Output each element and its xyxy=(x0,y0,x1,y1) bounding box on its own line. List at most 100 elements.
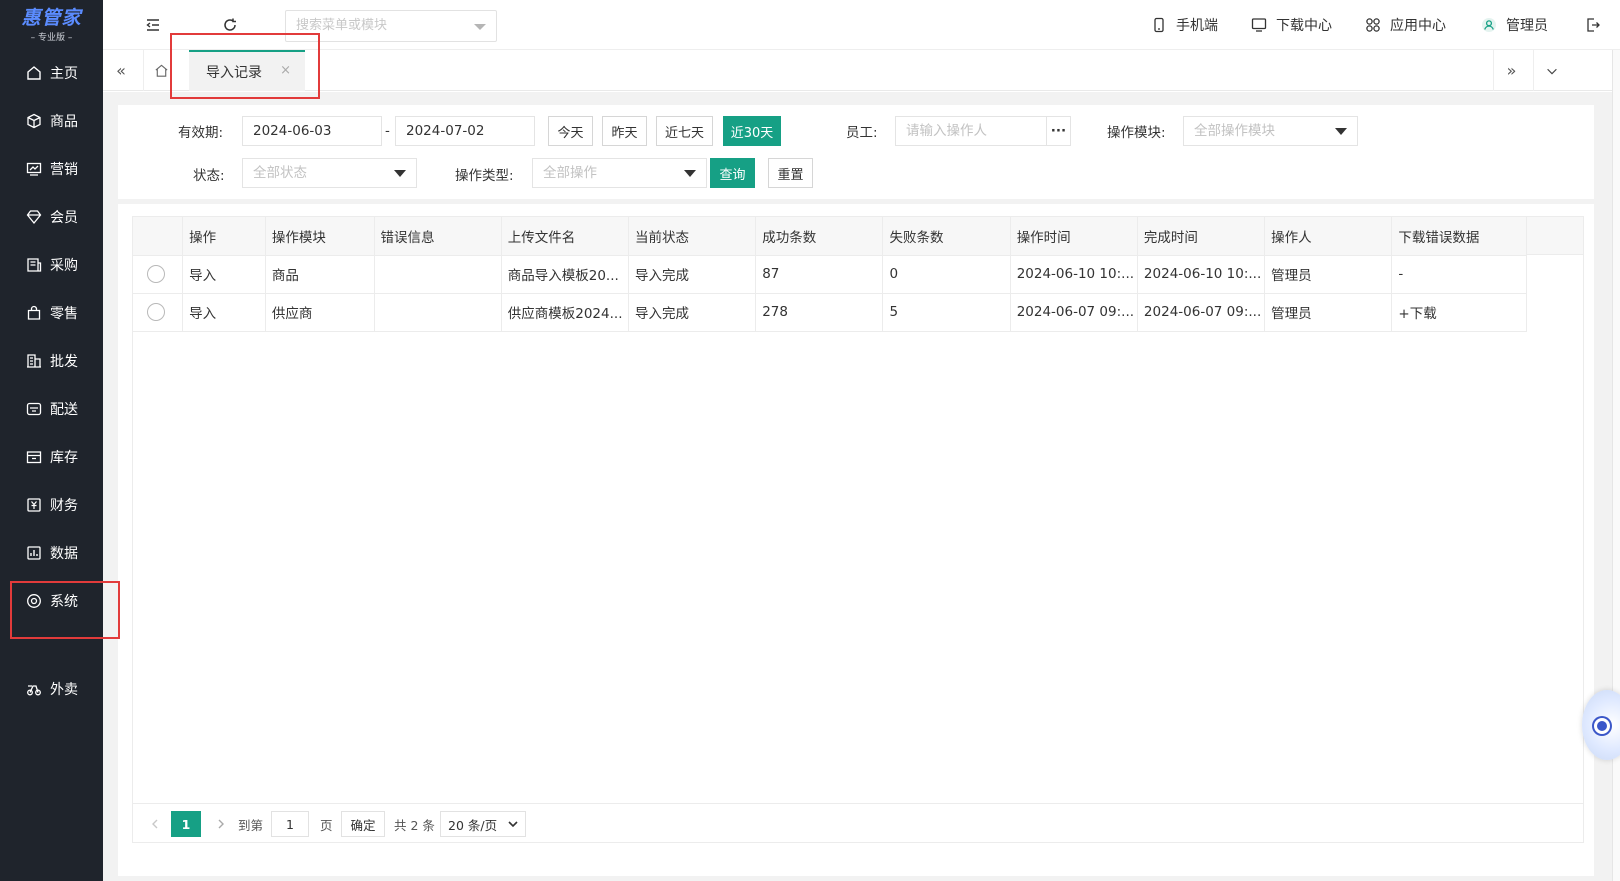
sidebar-item-finance[interactable]: 财务 xyxy=(0,485,103,525)
sidebar-item-retail[interactable]: 零售 xyxy=(0,293,103,333)
logout-icon[interactable] xyxy=(1583,15,1603,35)
total-count: 共 2 条 xyxy=(394,817,435,833)
mobile-label: 手机端 xyxy=(1176,18,1218,34)
tabs-scroll-right-icon[interactable]: » xyxy=(1493,50,1529,91)
home-icon xyxy=(26,65,42,81)
sidebar-item-label: 营销 xyxy=(50,162,78,178)
date-to-input[interactable]: 2024-07-02 xyxy=(395,116,535,146)
sidebar-item-wholesale[interactable]: 批发 xyxy=(0,341,103,381)
top-bar: 搜索菜单或模块 手机端 下载中心 应用中心 管理员 xyxy=(103,0,1620,50)
cell-operation: 导入 xyxy=(182,293,266,332)
download-center-button[interactable]: 下载中心 xyxy=(1251,15,1332,35)
operation-type-label: 操作类型: xyxy=(455,168,514,184)
status-select[interactable]: 全部状态 xyxy=(242,158,417,188)
page-size-select[interactable]: 20 条/页 xyxy=(440,811,526,837)
cell-complete-time: 2024-06-07 09:... xyxy=(1137,293,1266,332)
sidebar-item-label: 库存 xyxy=(50,450,78,466)
search-placeholder: 搜索菜单或模块 xyxy=(296,18,388,33)
row-select-cell[interactable] xyxy=(133,293,184,332)
cell-module: 商品 xyxy=(265,255,375,294)
yesterday-button[interactable]: 昨天 xyxy=(602,116,647,146)
reset-button[interactable]: 重置 xyxy=(768,158,813,188)
sidebar-item-home[interactable]: 主页 xyxy=(0,53,103,93)
inventory-icon xyxy=(26,449,42,465)
logo-name: 惠管家 xyxy=(21,7,82,29)
col-operation-time: 操作时间 xyxy=(1010,217,1138,256)
monitor-icon xyxy=(1251,18,1267,32)
module-select[interactable]: 全部操作模块 xyxy=(1183,116,1358,146)
user-menu[interactable]: 管理员 xyxy=(1481,15,1548,35)
cell-status: 导入完成 xyxy=(628,293,757,332)
sidebar-item-inventory[interactable]: 库存 xyxy=(0,437,103,477)
date-range-label: 有效期: xyxy=(178,125,224,141)
logo: 惠管家 – 专业版 – xyxy=(0,0,103,50)
chevron-down-icon xyxy=(684,170,696,177)
download-error-link[interactable]: +下载 xyxy=(1391,293,1527,332)
sidebar-item-takeout[interactable]: 外卖 xyxy=(0,669,103,709)
cell-operator: 管理员 xyxy=(1264,255,1393,294)
sidebar-item-label: 批发 xyxy=(50,354,78,370)
records-panel: 操作 操作模块 错误信息 上传文件名 当前状态 成功条数 失败条数 操作时间 完… xyxy=(118,204,1594,876)
mobile-button[interactable]: 手机端 xyxy=(1151,15,1218,35)
col-download-errors: 下载错误数据 xyxy=(1391,217,1527,256)
takeout-icon xyxy=(26,681,42,697)
cell-error-info xyxy=(374,255,502,294)
sidebar-item-label: 配送 xyxy=(50,402,78,418)
chevron-down-icon xyxy=(474,24,486,30)
sidebar-item-marketing[interactable]: 营销 xyxy=(0,149,103,189)
sidebar-item-purchase[interactable]: 采购 xyxy=(0,245,103,285)
goto-label: 到第 xyxy=(238,817,264,833)
purchase-icon xyxy=(26,257,42,273)
row-radio[interactable] xyxy=(147,303,165,321)
next-page-icon[interactable] xyxy=(215,811,227,837)
row-radio[interactable] xyxy=(147,265,165,283)
page-size-value: 20 条/页 xyxy=(448,817,498,833)
app-center-button[interactable]: 应用中心 xyxy=(1365,15,1446,35)
table-row[interactable]: 导入 商品 商品导入模板20... 导入完成 87 0 2024-06-10 1… xyxy=(133,255,1527,294)
table-row[interactable]: 导入 供应商 供应商模板2024... 导入完成 278 5 2024-06-0… xyxy=(133,293,1527,332)
last-7-days-button[interactable]: 近七天 xyxy=(656,116,713,146)
sidebar-item-data[interactable]: 数据 xyxy=(0,533,103,573)
page-1-button[interactable]: 1 xyxy=(171,811,201,837)
employee-input[interactable]: 请输入操作人 ··· xyxy=(895,116,1071,146)
records-table: 操作 操作模块 错误信息 上传文件名 当前状态 成功条数 失败条数 操作时间 完… xyxy=(132,216,1584,843)
query-button[interactable]: 查询 xyxy=(710,158,755,188)
user-icon xyxy=(1482,18,1496,32)
row-select-cell[interactable] xyxy=(133,255,184,294)
cell-success-count: 87 xyxy=(755,255,884,294)
operation-type-select[interactable]: 全部操作 xyxy=(532,158,707,188)
sidebar-item-goods[interactable]: 商品 xyxy=(0,101,103,141)
col-select xyxy=(133,217,184,256)
pagination: 1 到第 1 页 确定 共 2 条 20 条/页 xyxy=(133,803,1583,843)
cell-file-name: 商品导入模板20... xyxy=(501,255,629,294)
goto-confirm-button[interactable]: 确定 xyxy=(341,811,385,837)
delivery-icon xyxy=(26,401,42,417)
sidebar-item-label: 财务 xyxy=(50,498,78,514)
sidebar-item-delivery[interactable]: 配送 xyxy=(0,389,103,429)
table-header-filler xyxy=(1527,217,1583,255)
today-button[interactable]: 今天 xyxy=(548,116,593,146)
date-separator: - xyxy=(385,123,390,139)
col-complete-time: 完成时间 xyxy=(1137,217,1266,256)
menu-collapse-icon[interactable] xyxy=(143,15,163,35)
apps-icon xyxy=(1366,18,1380,32)
more-options-icon[interactable]: ··· xyxy=(1046,117,1070,145)
sidebar-item-member[interactable]: 会员 xyxy=(0,197,103,237)
main-content: 有效期: 2024-06-03 - 2024-07-02 今天 昨天 近七天 近… xyxy=(103,92,1620,881)
cell-operator: 管理员 xyxy=(1264,293,1393,332)
cell-download: - xyxy=(1391,255,1527,294)
table-header-row: 操作 操作模块 错误信息 上传文件名 当前状态 成功条数 失败条数 操作时间 完… xyxy=(133,217,1527,256)
last-30-days-button[interactable]: 近30天 xyxy=(723,116,781,146)
app-center-label: 应用中心 xyxy=(1390,18,1446,34)
date-from-input[interactable]: 2024-06-03 xyxy=(242,116,382,146)
tabs-menu-chevron-down-icon[interactable] xyxy=(1533,50,1569,91)
col-operation: 操作 xyxy=(182,217,266,256)
cell-operation-time: 2024-06-10 10:... xyxy=(1010,255,1138,294)
prev-page-icon[interactable] xyxy=(149,811,161,837)
chevron-down-icon xyxy=(508,821,518,828)
mobile-icon xyxy=(1154,17,1164,33)
tabs-scroll-left-icon[interactable]: « xyxy=(103,50,139,91)
cell-operation-time: 2024-06-07 09:... xyxy=(1010,293,1138,332)
refresh-icon[interactable] xyxy=(220,15,240,35)
goto-page-input[interactable]: 1 xyxy=(271,811,309,837)
